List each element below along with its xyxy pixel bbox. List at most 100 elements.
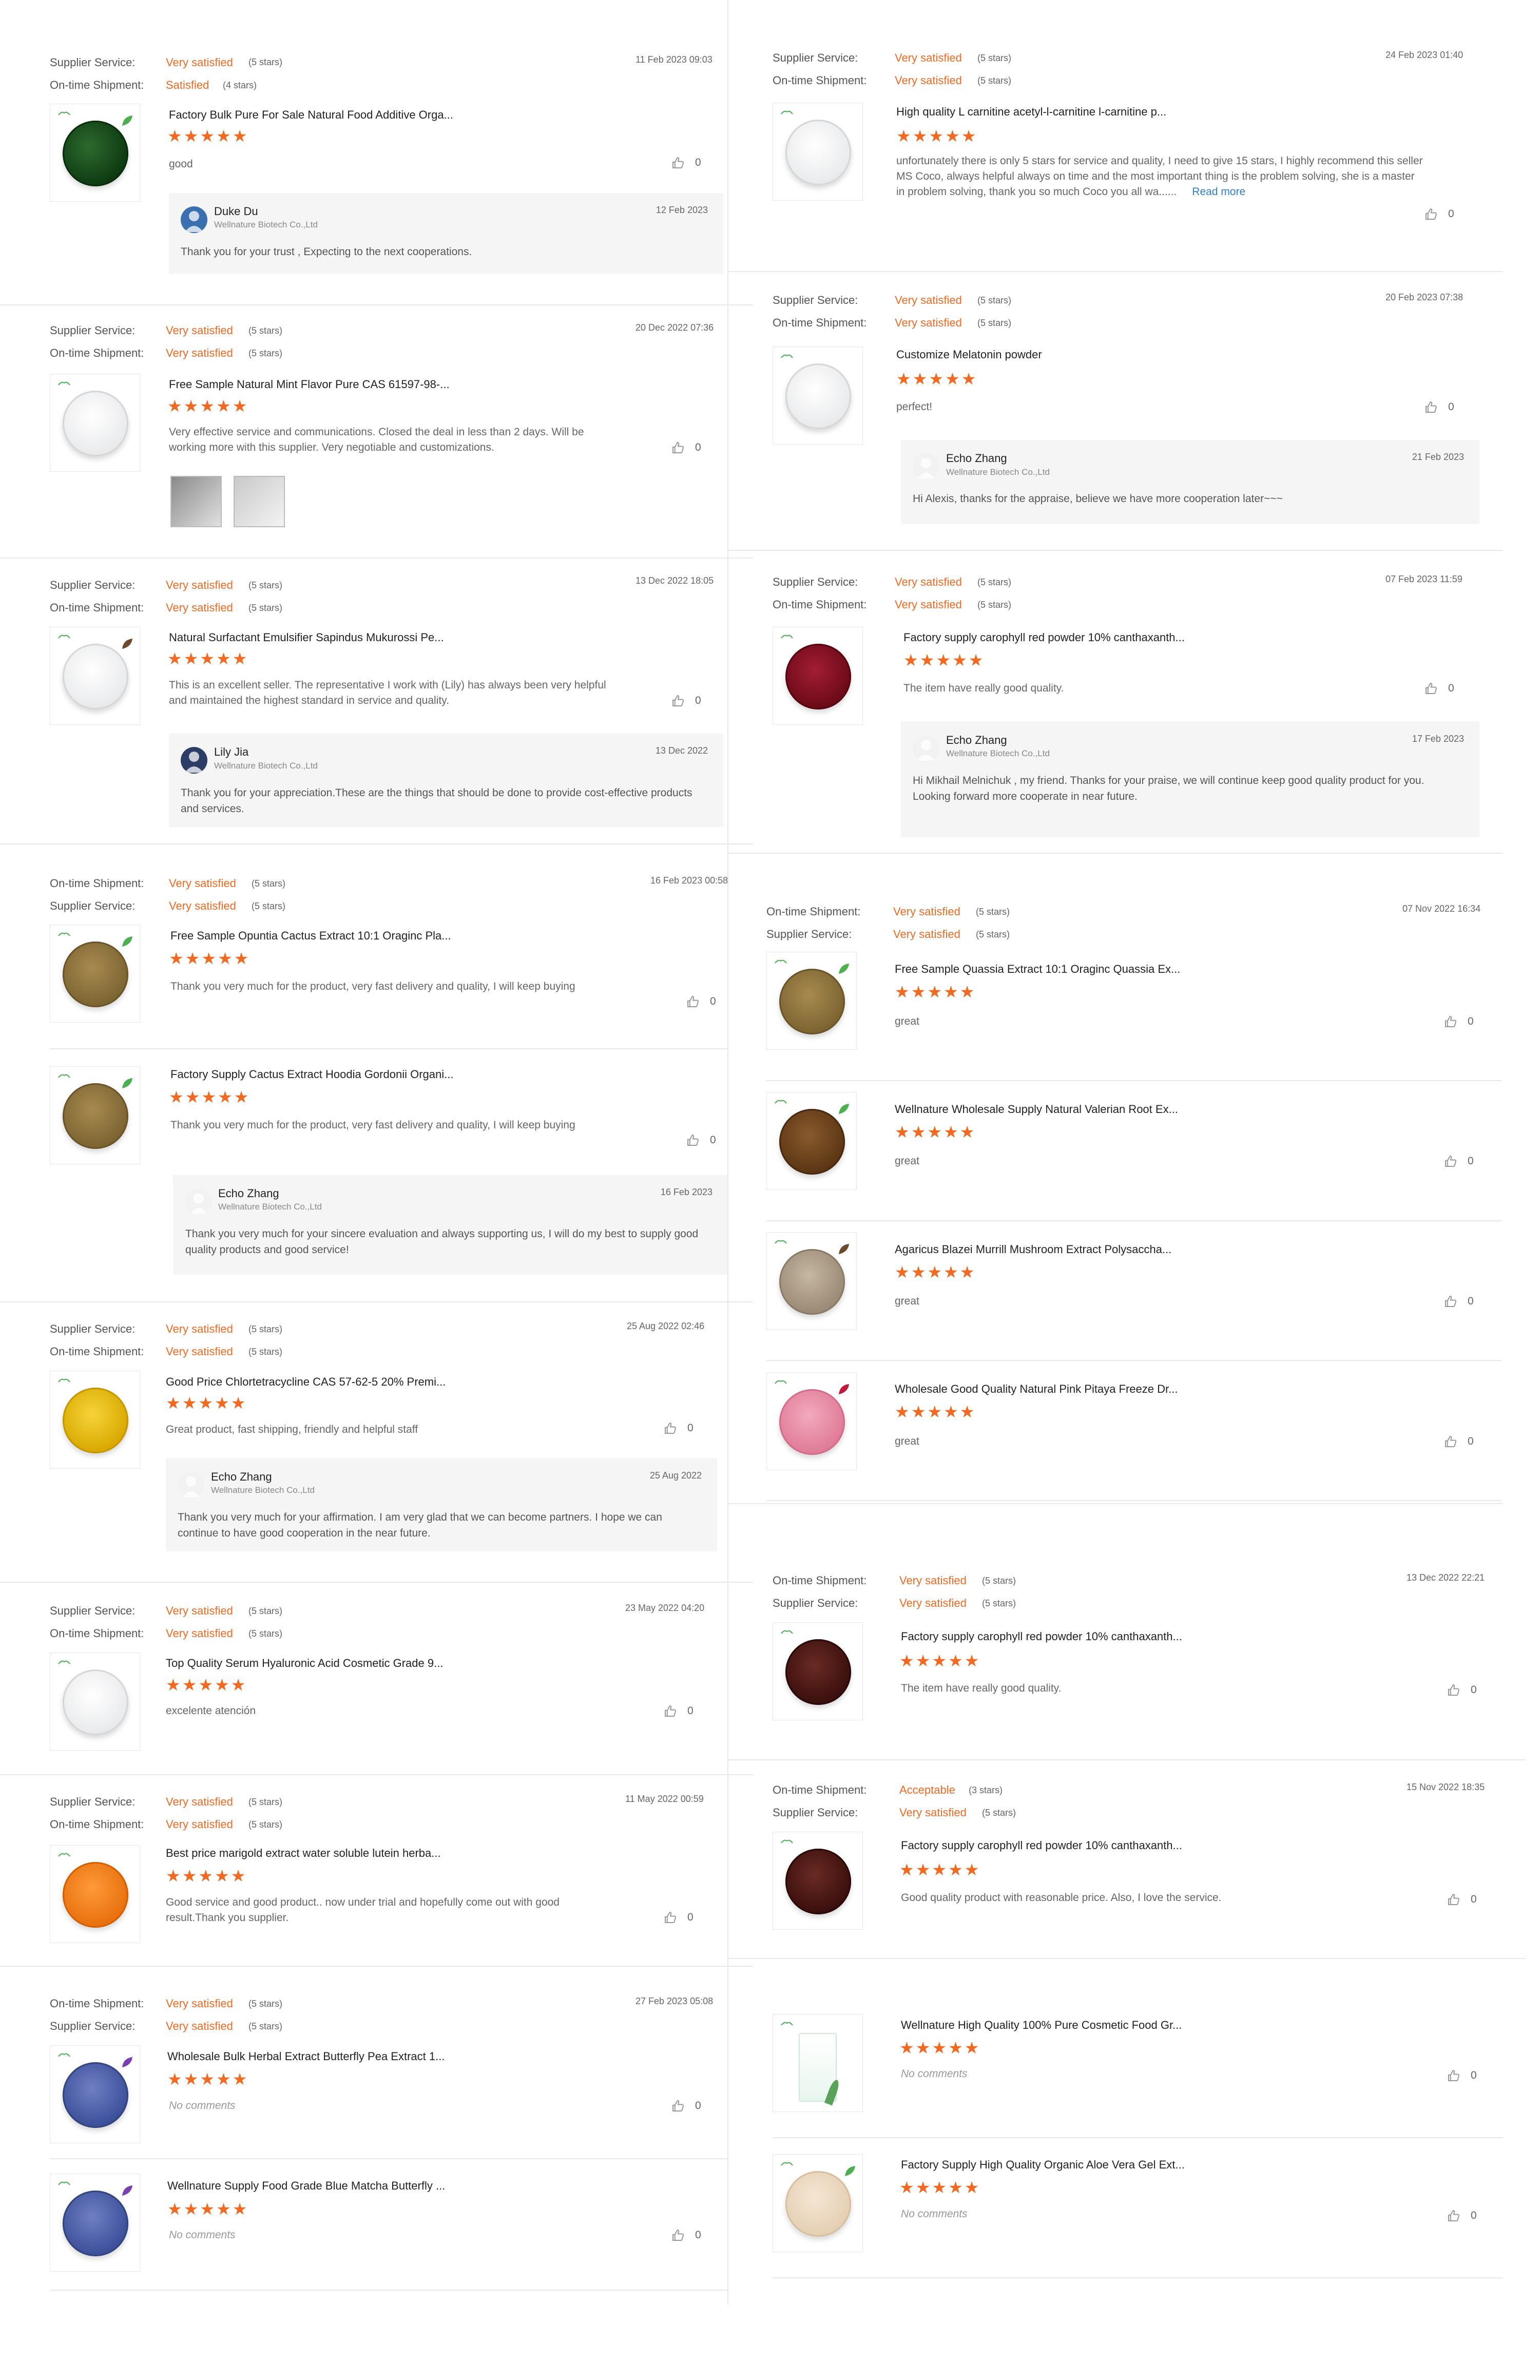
reply-date: 13 Dec 2022 bbox=[655, 745, 708, 756]
brand-logo-icon bbox=[57, 930, 71, 936]
like-button[interactable]: 0 bbox=[1443, 1014, 1474, 1029]
like-button[interactable]: 0 bbox=[1443, 1434, 1474, 1449]
product-thumbnail[interactable] bbox=[766, 952, 857, 1050]
product-thumbnail[interactable] bbox=[773, 1832, 863, 1930]
rating-stars-count: (5 stars) bbox=[976, 907, 1010, 917]
rating-stars-count: (5 stars) bbox=[977, 53, 1012, 63]
review-attachment-1[interactable] bbox=[170, 476, 222, 527]
product-thumbnail[interactable] bbox=[50, 104, 140, 202]
rating-label: On-time Shipment: bbox=[50, 347, 144, 359]
leaf-icon bbox=[837, 1382, 851, 1399]
product-thumbnail[interactable] bbox=[773, 627, 863, 725]
like-button[interactable]: 0 bbox=[1443, 1294, 1474, 1309]
like-button[interactable]: 0 bbox=[670, 440, 701, 455]
divider bbox=[766, 1500, 1502, 1501]
review-date: 20 Feb 2023 07:38 bbox=[1385, 292, 1464, 302]
review-comment: Thank you very much for the product, ver… bbox=[170, 1119, 575, 1131]
reply-author-name: Lily Jia bbox=[214, 745, 249, 758]
product-thumbnail[interactable] bbox=[50, 1845, 140, 1943]
rating-value: Very satisfied bbox=[166, 1322, 233, 1335]
rating-stars: ★★★★★ bbox=[895, 1123, 976, 1141]
leaf-icon bbox=[120, 113, 134, 130]
powder-image bbox=[785, 120, 851, 185]
reply-date: 25 Aug 2022 bbox=[649, 1470, 702, 1481]
review-comment: The item have really good quality. bbox=[901, 1682, 1062, 1694]
product-thumbnail[interactable] bbox=[50, 2045, 140, 2143]
like-button[interactable]: 0 bbox=[663, 1703, 694, 1719]
thumbs-up-icon bbox=[672, 157, 684, 169]
like-button[interactable]: 0 bbox=[1446, 1682, 1477, 1698]
review-comment-text: unfortunately there is only 5 stars for … bbox=[896, 155, 1423, 198]
product-thumbnail[interactable] bbox=[773, 2014, 863, 2112]
like-button[interactable]: 0 bbox=[663, 1910, 694, 1925]
product-thumbnail[interactable] bbox=[50, 2174, 140, 2272]
product-thumbnail[interactable] bbox=[50, 627, 140, 725]
rating-label: Supplier Service: bbox=[773, 294, 858, 306]
review-comment: good bbox=[169, 158, 193, 170]
like-button[interactable]: 0 bbox=[1423, 681, 1454, 696]
product-thumbnail[interactable] bbox=[50, 925, 140, 1023]
rating-stars: ★★★★★ bbox=[169, 1088, 251, 1106]
rating-value: Satisfied bbox=[166, 79, 209, 91]
like-button[interactable]: 0 bbox=[670, 693, 701, 708]
product-thumbnail[interactable] bbox=[773, 347, 863, 445]
like-button[interactable]: 0 bbox=[670, 2228, 701, 2243]
read-more-link[interactable]: Read more bbox=[1192, 186, 1245, 198]
rating-value: Very satisfied bbox=[895, 294, 962, 306]
brand-logo-icon bbox=[774, 1238, 787, 1244]
rating-value: Very satisfied bbox=[899, 1597, 967, 1609]
rating-value: Very satisfied bbox=[166, 1795, 233, 1808]
rating-stars-count: (5 stars) bbox=[248, 1819, 283, 1830]
review-attachment-2[interactable] bbox=[234, 476, 285, 527]
product-thumbnail[interactable] bbox=[773, 103, 863, 201]
product-thumbnail[interactable] bbox=[773, 1622, 863, 1720]
product-title: Factory Supply High Quality Organic Aloe… bbox=[901, 2158, 1185, 2171]
powder-image bbox=[63, 644, 128, 709]
reply-company: Wellnature Biotech Co.,Ltd bbox=[946, 467, 1050, 477]
leaf-icon bbox=[120, 637, 134, 654]
like-button[interactable]: 0 bbox=[670, 2098, 701, 2114]
like-button[interactable]: 0 bbox=[1446, 2068, 1477, 2083]
product-title: Agaricus Blazei Murrill Mushroom Extract… bbox=[895, 1243, 1172, 1256]
brand-logo-icon bbox=[57, 632, 71, 639]
product-thumbnail[interactable] bbox=[50, 1066, 140, 1164]
rating-value: Very satisfied bbox=[895, 51, 962, 64]
product-thumbnail[interactable] bbox=[773, 2154, 863, 2252]
like-button[interactable]: 0 bbox=[1423, 206, 1454, 222]
thumbs-up-icon bbox=[672, 695, 684, 707]
like-button[interactable]: 0 bbox=[670, 155, 701, 170]
like-button[interactable]: 0 bbox=[663, 1421, 694, 1436]
leaf-icon bbox=[843, 2164, 857, 2181]
rating-stars: ★★★★★ bbox=[899, 2039, 981, 2057]
rating-value: Very satisfied bbox=[899, 1574, 967, 1587]
brand-logo-icon bbox=[57, 1851, 71, 1857]
thumbs-up-icon bbox=[1426, 208, 1437, 220]
like-button[interactable]: 0 bbox=[685, 994, 716, 1009]
rating-stars-count: (5 stars) bbox=[982, 1598, 1016, 1608]
rating-label: On-time Shipment: bbox=[773, 316, 867, 329]
rating-stars: ★★★★★ bbox=[895, 983, 976, 1001]
rating-label: Supplier Service: bbox=[50, 56, 136, 69]
product-thumbnail[interactable] bbox=[766, 1232, 857, 1330]
review-date: 07 Nov 2022 16:34 bbox=[1402, 904, 1481, 914]
product-thumbnail[interactable] bbox=[766, 1372, 857, 1470]
brand-logo-icon bbox=[57, 1072, 71, 1078]
divider bbox=[50, 2158, 727, 2159]
product-thumbnail[interactable] bbox=[50, 374, 140, 472]
like-button[interactable]: 0 bbox=[1443, 1154, 1474, 1169]
like-count: 0 bbox=[695, 2229, 701, 2241]
review-date: 13 Dec 2022 22:21 bbox=[1407, 1572, 1485, 1583]
reply-text: Thank you very much for your affirmation… bbox=[178, 1511, 662, 1539]
product-thumbnail[interactable] bbox=[766, 1092, 857, 1190]
powder-image bbox=[785, 363, 851, 429]
rating-value: Very satisfied bbox=[169, 899, 236, 912]
like-button[interactable]: 0 bbox=[1446, 2208, 1477, 2223]
like-button[interactable]: 0 bbox=[1446, 1892, 1477, 1907]
product-title: Wholesale Bulk Herbal Extract Butterfly … bbox=[167, 2050, 445, 2063]
product-thumbnail[interactable] bbox=[50, 1371, 140, 1469]
like-button[interactable]: 0 bbox=[685, 1133, 716, 1148]
rating-stars-count: (5 stars) bbox=[248, 580, 283, 590]
product-title: Factory Supply Cactus Extract Hoodia Gor… bbox=[170, 1068, 454, 1081]
product-thumbnail[interactable] bbox=[50, 1653, 140, 1751]
like-button[interactable]: 0 bbox=[1423, 399, 1454, 415]
